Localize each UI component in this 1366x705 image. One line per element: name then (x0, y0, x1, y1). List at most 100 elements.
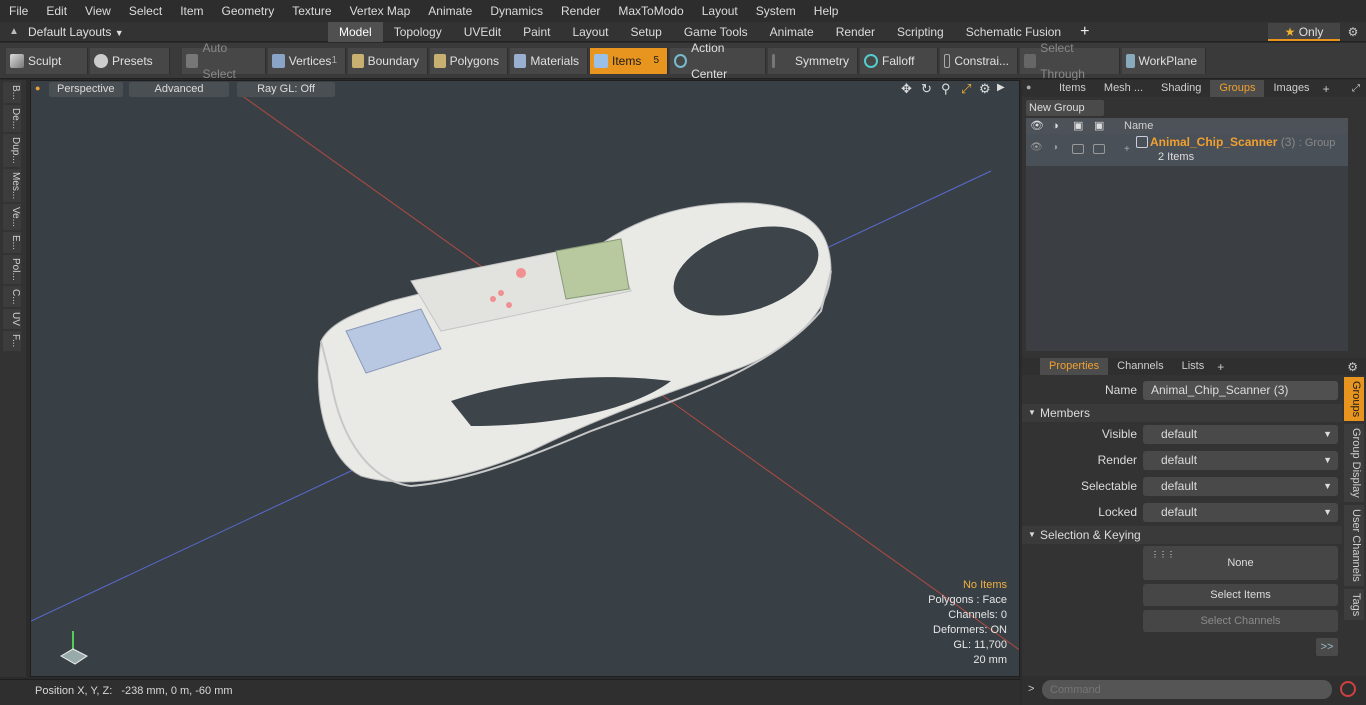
add-panel-tab-icon[interactable]: + (1319, 82, 1334, 96)
name-column-header[interactable]: Name (1124, 118, 1153, 134)
selectable-column-icon[interactable]: ▣ (1073, 118, 1083, 134)
tab-render[interactable]: Render (825, 22, 886, 42)
menu-dynamics[interactable]: Dynamics (481, 0, 552, 22)
tab-images[interactable]: Images (1264, 80, 1318, 97)
selectable-dropdown[interactable]: default ▼ (1143, 477, 1338, 496)
left-tab-edge[interactable]: E... (3, 232, 21, 254)
viewport-expand-icon[interactable]: ▶ (997, 82, 1005, 93)
view-mode-button[interactable]: Perspective (49, 82, 123, 97)
render-column-icon[interactable]: ◑ (1052, 118, 1059, 134)
more-button[interactable]: >> (1316, 638, 1338, 656)
tab-uvedit[interactable]: UVEdit (453, 22, 512, 42)
render-dropdown[interactable]: default ▼ (1143, 451, 1338, 470)
visible-dropdown[interactable]: default ▼ (1143, 425, 1338, 444)
menu-file[interactable]: File (0, 0, 37, 22)
select-items-button[interactable]: Select Items (1143, 584, 1338, 606)
left-tab-vertex[interactable]: Ve... (3, 204, 21, 231)
record-macro-icon[interactable] (1340, 681, 1356, 697)
left-tab-polygon[interactable]: Pol... (3, 255, 21, 284)
menu-vertex-map[interactable]: Vertex Map (341, 0, 420, 22)
zoom-view-icon[interactable]: ⚲ (941, 81, 951, 97)
side-tab-groups[interactable]: Groups (1344, 377, 1364, 422)
add-bottom-tab-icon[interactable]: + (1213, 360, 1228, 374)
left-tab-curve[interactable]: C... (3, 285, 21, 308)
left-tab-deform[interactable]: De... (3, 105, 21, 133)
layout-selector[interactable]: Default Layouts ▼ (28, 25, 328, 39)
tab-lists[interactable]: Lists (1173, 358, 1214, 375)
panel-menu-icon[interactable]: ● (1026, 82, 1031, 92)
row-lock-checkbox[interactable] (1093, 144, 1105, 154)
action-center-button[interactable]: Action Center (670, 41, 766, 81)
settings-gear-icon[interactable]: ⚙ (1340, 25, 1366, 39)
menu-help[interactable]: Help (805, 0, 848, 22)
viewport-settings-icon[interactable]: ⚙ (979, 81, 991, 97)
rotate-view-icon[interactable]: ↻ (921, 81, 932, 97)
left-tab-mesh[interactable]: Mes... (3, 168, 21, 203)
move-view-icon[interactable]: ✥ (901, 81, 912, 97)
left-tab-fusion[interactable]: F... (3, 331, 21, 351)
locked-column-icon[interactable]: ▣ (1094, 118, 1104, 134)
select-through-button[interactable]: Select Through (1020, 41, 1120, 81)
workplane-button[interactable]: WorkPlane (1122, 47, 1206, 74)
row-select-checkbox[interactable] (1072, 144, 1084, 154)
row-render-icon[interactable]: ◑ (1052, 142, 1058, 153)
menu-item[interactable]: Item (171, 0, 212, 22)
fit-view-icon[interactable]: ⤢ (961, 81, 971, 97)
falloff-button[interactable]: Falloff (860, 47, 938, 74)
keying-none-button[interactable]: ⋮⋮⋮ None (1143, 546, 1338, 580)
vertices-button[interactable]: Vertices 1 (268, 47, 346, 74)
bottom-panel-settings-icon[interactable]: ⚙ (1347, 360, 1366, 374)
menu-render[interactable]: Render (552, 0, 609, 22)
tab-groups[interactable]: Groups (1210, 80, 1265, 97)
3d-viewport[interactable]: ● Perspective Advanced Ray GL: Off ✥ ↻ ⚲… (30, 80, 1020, 677)
tab-setup[interactable]: Setup (619, 22, 672, 42)
group-row[interactable]: 👁 ◑ + Animal_Chip_Scanner (3) : Group 2 … (1026, 134, 1348, 166)
selection-keying-section[interactable]: ▼ Selection & Keying (1022, 526, 1342, 544)
symmetry-button[interactable]: Symmetry (768, 47, 858, 74)
shading-button[interactable]: Advanced (129, 82, 229, 97)
expand-panel-icon[interactable]: ⤢ (1352, 83, 1366, 94)
only-toggle[interactable]: ★ Only (1268, 22, 1340, 41)
tab-channels[interactable]: Channels (1108, 358, 1172, 375)
side-tab-user-channels[interactable]: User Channels (1344, 504, 1364, 586)
expand-group-icon[interactable]: + (1124, 144, 1130, 155)
polygons-button[interactable]: Polygons (430, 47, 508, 74)
side-tab-tags[interactable]: Tags (1344, 588, 1364, 620)
menu-animate[interactable]: Animate (419, 0, 481, 22)
menu-system[interactable]: System (747, 0, 805, 22)
left-tab-basic[interactable]: B... (3, 82, 21, 104)
menu-edit[interactable]: Edit (37, 0, 76, 22)
select-channels-button[interactable]: Select Channels (1143, 610, 1338, 632)
materials-button[interactable]: Materials (510, 47, 588, 74)
locked-dropdown[interactable]: default ▼ (1143, 503, 1338, 522)
tab-shading[interactable]: Shading (1152, 80, 1210, 97)
left-tab-duplicate[interactable]: Dup... (3, 134, 21, 167)
tab-properties[interactable]: Properties (1040, 358, 1109, 375)
tab-topology[interactable]: Topology (383, 22, 453, 42)
tab-scripting[interactable]: Scripting (886, 22, 955, 42)
tab-model[interactable]: Model (328, 21, 383, 42)
left-tab-uv[interactable]: UV (3, 309, 21, 330)
presets-button[interactable]: Presets (90, 47, 170, 74)
auto-select-button[interactable]: Auto Select (182, 41, 266, 81)
new-group-button[interactable]: New Group (1026, 100, 1104, 116)
menu-geometry[interactable]: Geometry (213, 0, 284, 22)
tab-animate[interactable]: Animate (759, 22, 825, 42)
visibility-column-eye-icon[interactable]: 👁 (1030, 118, 1044, 134)
tab-paint[interactable]: Paint (512, 22, 561, 42)
tab-items[interactable]: Items (1050, 80, 1095, 97)
collapse-icon[interactable]: ▲ (0, 26, 28, 37)
menu-layout[interactable]: Layout (693, 0, 747, 22)
raygl-button[interactable]: Ray GL: Off (237, 82, 335, 97)
group-name-field[interactable]: Animal_Chip_Scanner (3) (1143, 381, 1338, 400)
menu-select[interactable]: Select (120, 0, 171, 22)
boundary-button[interactable]: Boundary (348, 47, 428, 74)
viewport-menu-icon[interactable]: ● (35, 83, 40, 93)
command-input[interactable] (1042, 680, 1332, 699)
sculpt-button[interactable]: Sculpt (6, 47, 88, 74)
menu-texture[interactable]: Texture (283, 0, 340, 22)
menu-view[interactable]: View (76, 0, 120, 22)
row-eye-icon[interactable]: 👁 (1030, 142, 1043, 153)
constraints-button[interactable]: Constrai... (940, 47, 1018, 74)
tab-layout[interactable]: Layout (561, 22, 619, 42)
